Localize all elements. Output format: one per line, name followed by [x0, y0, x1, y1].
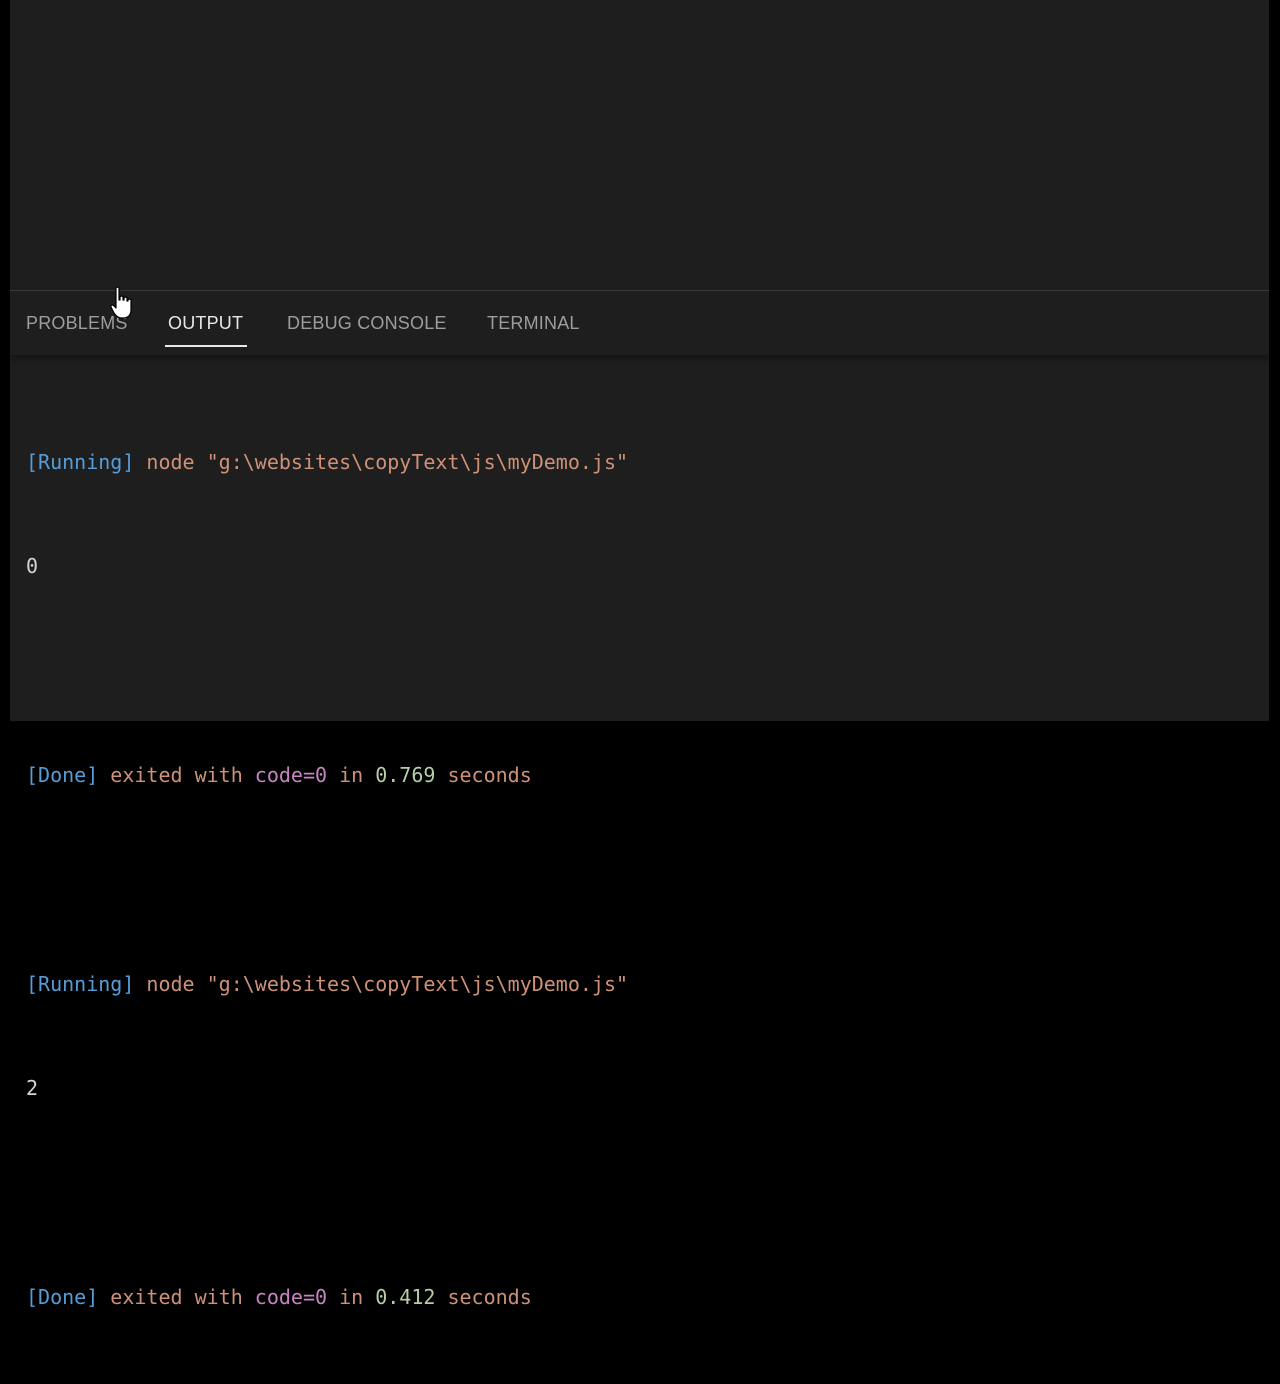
log-line-done: [Done] exited with code=0 in 0.412 secon… [26, 1280, 628, 1315]
log-line-done: [Done] exited with code=0 in 0.769 secon… [26, 758, 628, 793]
log-line-blank [26, 1175, 628, 1210]
log-line-blank [26, 862, 628, 897]
vscode-window: PROBLEMS OUTPUT DEBUG CONSOLE TERMINAL [… [10, 0, 1269, 1309]
tab-output[interactable]: OUTPUT [168, 313, 243, 334]
exit-code: code=0 [254, 1284, 328, 1309]
in-text: in [327, 1284, 376, 1309]
seconds-text: seconds [435, 762, 532, 787]
bottom-panel: PROBLEMS OUTPUT DEBUG CONSOLE TERMINAL [… [10, 290, 1269, 1309]
run-command: node "g:\websites\copyText\js\myDemo.js" [134, 449, 629, 474]
output-log[interactable]: [Running] node "g:\websites\copyText\js\… [26, 375, 628, 1384]
seconds-text: seconds [435, 1284, 532, 1309]
done-tag: [Done] [26, 762, 99, 787]
editor-area[interactable] [10, 0, 1269, 290]
tab-terminal[interactable]: TERMINAL [487, 313, 580, 334]
done-tag: [Done] [26, 1284, 99, 1309]
tab-debug-console[interactable]: DEBUG CONSOLE [287, 313, 447, 334]
log-line-result: 0 [26, 549, 628, 584]
run-duration: 0.412 [375, 1284, 436, 1309]
panel-tab-bar: PROBLEMS OUTPUT DEBUG CONSOLE TERMINAL [10, 291, 1269, 355]
run-result: 2 [26, 1075, 39, 1100]
log-line-running: [Running] node "g:\websites\copyText\js\… [26, 967, 628, 1002]
run-result: 0 [26, 553, 39, 578]
in-text: in [327, 762, 376, 787]
run-duration: 0.769 [375, 762, 436, 787]
run-command: node "g:\websites\copyText\js\myDemo.js" [134, 971, 629, 996]
log-line-running: [Running] node "g:\websites\copyText\js\… [26, 445, 628, 480]
exit-code: code=0 [254, 762, 328, 787]
exited-text: exited with [98, 1284, 255, 1309]
log-line-result: 2 [26, 1071, 628, 1106]
active-tab-indicator [165, 345, 247, 347]
running-tag: [Running] [26, 971, 135, 996]
exited-text: exited with [98, 762, 255, 787]
log-line-blank [26, 653, 628, 688]
running-tag: [Running] [26, 449, 135, 474]
tab-problems[interactable]: PROBLEMS [26, 313, 128, 334]
